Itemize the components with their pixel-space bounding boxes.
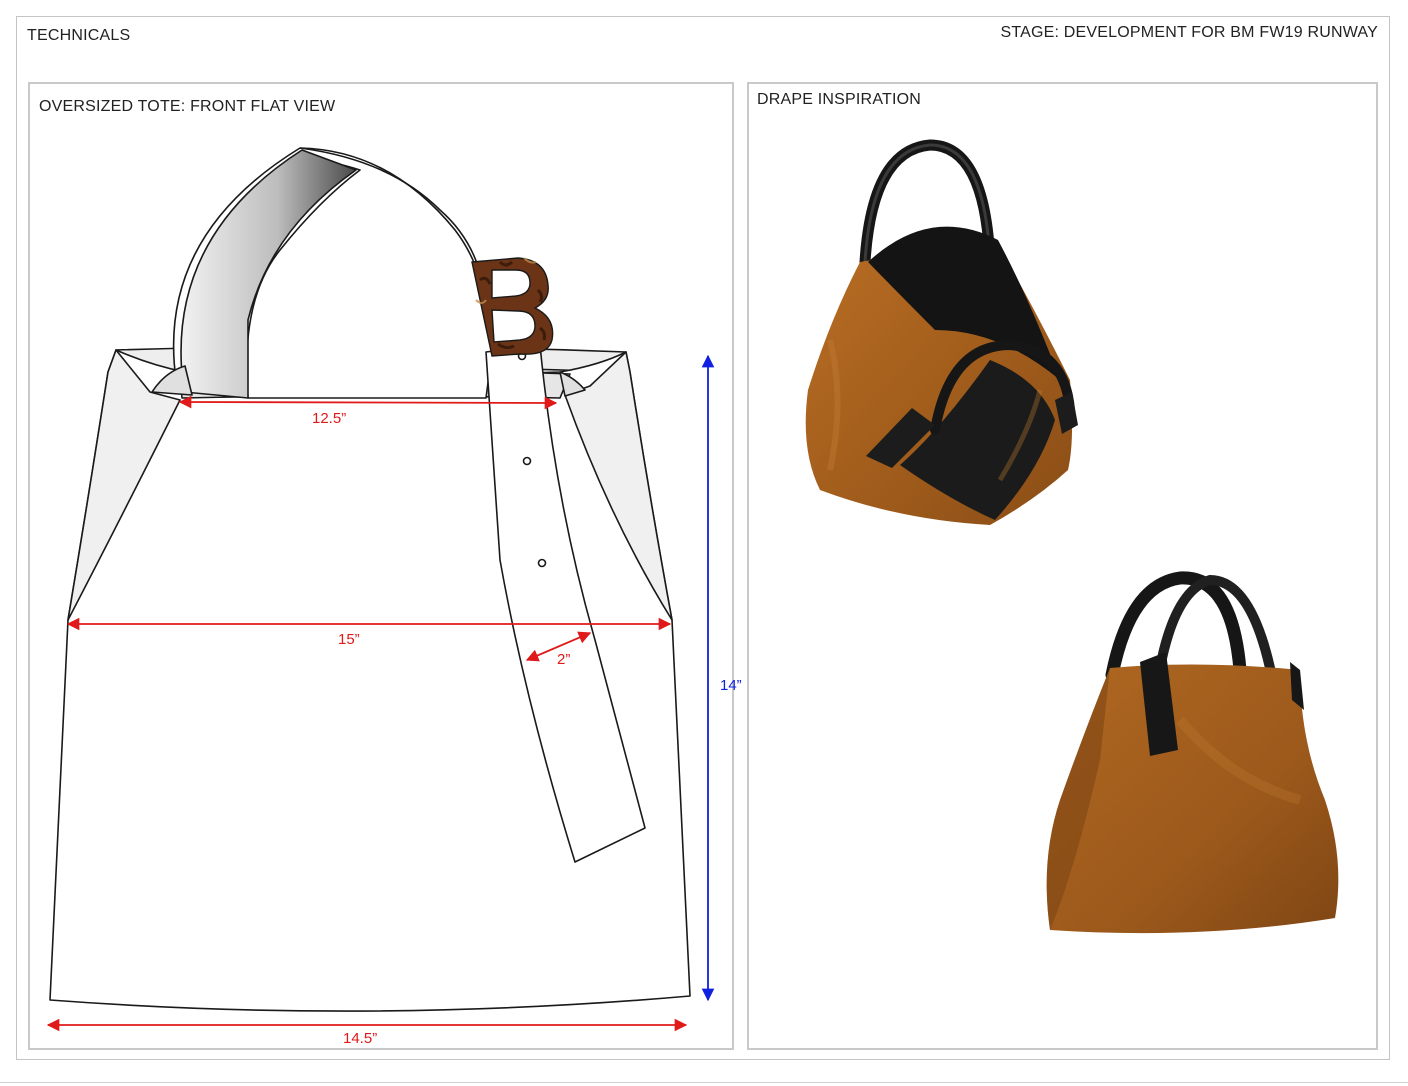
inspiration-bag-open bbox=[805, 139, 1078, 525]
technical-drawing: 12.5” 15” 2” 14” 14.5” bbox=[46, 139, 1339, 1047]
dim-label-bottom-width: 14.5” bbox=[343, 1030, 377, 1047]
dim-label-strap-width: 2” bbox=[557, 651, 570, 668]
dim-label-body-width: 15” bbox=[338, 631, 360, 648]
dim-label-height: 14” bbox=[720, 677, 742, 694]
inspiration-bag-closed bbox=[1046, 571, 1339, 934]
dim-line-top-opening bbox=[178, 395, 558, 410]
belt-hole bbox=[522, 456, 532, 466]
dim-label-top-opening: 12.5” bbox=[312, 410, 346, 427]
tote-flat-sketch bbox=[49, 147, 691, 1012]
belt-hole bbox=[537, 558, 547, 568]
bottom-rule bbox=[0, 1082, 1408, 1083]
